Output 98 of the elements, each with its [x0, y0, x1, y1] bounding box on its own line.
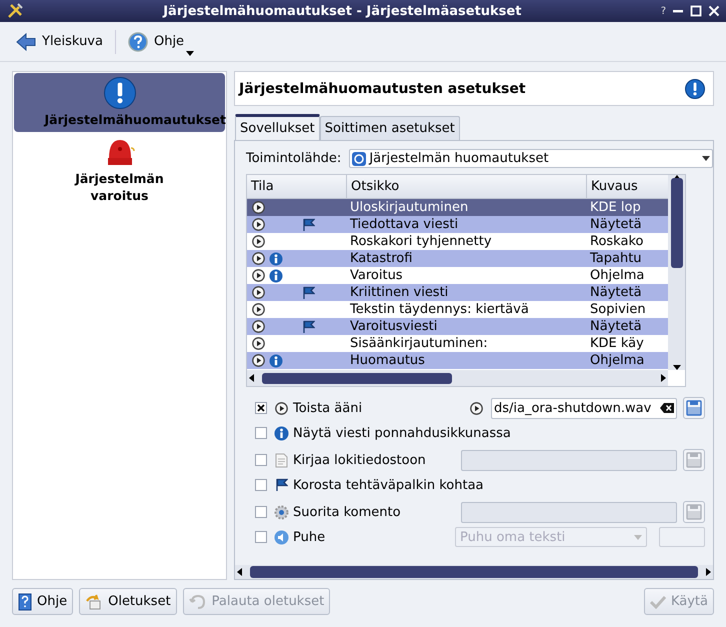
help-icon: [128, 32, 148, 52]
play-icon: [275, 402, 288, 414]
table-cell-text: Tekstin täydennys: kiertävä: [349, 302, 530, 317]
scrollbar-thumb[interactable]: [250, 566, 698, 578]
defaults-button[interactable]: Oletukset: [79, 588, 177, 615]
table-cell-text: Roskako: [589, 234, 644, 249]
checkbox[interactable]: [255, 454, 267, 466]
list-row[interactable]: Tekstin täydennys: kiertävä Sopivien: [247, 301, 668, 318]
list-row[interactable]: Varoitus Ohjelma: [247, 267, 668, 284]
help-button[interactable]: ?: [660, 6, 666, 16]
table-cell-text: Sisäänkirjautuminen:: [349, 336, 489, 351]
caret-icon: [634, 534, 642, 540]
checkbox-label[interactable]: Korosta tehtäväpalkin kohtaa: [293, 478, 705, 492]
tab[interactable]: Soittimen asetukset: [320, 116, 460, 140]
list-row[interactable]: Roskakori tyhjennetty Roskako: [247, 233, 668, 250]
maximize-icon[interactable]: [690, 5, 702, 17]
exclamation-icon: [685, 78, 705, 98]
table-cell-text: KDE käy: [589, 336, 645, 351]
checkbox-label[interactable]: Kirjaa lokitiedostoon: [293, 452, 453, 468]
checkbox[interactable]: [255, 506, 267, 518]
list-row[interactable]: Uloskirjautuminen KDE lop: [247, 199, 668, 216]
column-header[interactable]: Tila: [247, 175, 347, 198]
table-cell-text: Sopivien: [589, 302, 647, 317]
checkbox[interactable]: [255, 479, 267, 491]
scroll-right-icon: [706, 568, 711, 576]
horizontal-scrollbar[interactable]: [235, 565, 713, 579]
list-row[interactable]: Kriittinen viesti Näytetä: [247, 284, 668, 301]
table-cell-text: Tapahtu: [589, 251, 643, 266]
kde-logo-icon: [352, 152, 366, 166]
check-mark-icon: [650, 594, 666, 608]
checkbox-label[interactable]: Suorita komento: [293, 504, 453, 520]
scroll-left-icon: [237, 568, 242, 576]
scrollbar-thumb[interactable]: [670, 178, 682, 268]
table-cell-text: Varoitus: [349, 268, 404, 283]
play-icon[interactable]: [470, 402, 483, 414]
table-cell-text: Näytetä: [589, 319, 643, 334]
speaker-icon: [274, 530, 289, 544]
checkbox-label[interactable]: Toista ääni: [293, 400, 453, 416]
checkbox[interactable]: [255, 427, 267, 439]
help-button[interactable]: Ohje: [12, 588, 74, 615]
table-cell-text: Ohjelma: [589, 353, 646, 368]
save-button[interactable]: [683, 397, 705, 419]
back-arrow-icon: [16, 32, 36, 50]
checkbox-label[interactable]: Puhe: [293, 530, 453, 544]
exclamation-icon: [104, 77, 136, 109]
list-row[interactable]: Tiedottava viesti Näytetä: [247, 216, 668, 233]
save-icon: [686, 452, 702, 468]
table-cell-text: Varoitusviesti: [349, 319, 438, 334]
source-label: Toimintolähde:: [246, 151, 342, 166]
source-dropdown[interactable]: Järjestelmän huomautukset: [349, 149, 713, 168]
flag-icon: [276, 478, 288, 492]
check-mark-icon: [257, 404, 265, 412]
list-row[interactable]: Sisäänkirjautuminen: KDE käy: [247, 335, 668, 352]
sidebar-item[interactable]: Järjestelmän varoitus: [14, 132, 225, 208]
list-row[interactable]: Varoitusviesti Näytetä: [247, 318, 668, 335]
column-header[interactable]: Otsikko: [347, 175, 587, 198]
list-row[interactable]: Huomautus Ohjelma: [247, 352, 668, 369]
checkbox[interactable]: [255, 402, 267, 414]
undo-arrow-icon: [188, 594, 207, 610]
tools-icon: [6, 2, 24, 20]
toolbar-button[interactable]: Yleiskuva: [10, 28, 109, 54]
page-title: Järjestelmähuomautusten asetukset: [239, 80, 526, 96]
save-icon: [686, 400, 702, 416]
tab[interactable]: Sovellukset: [235, 114, 320, 140]
table-cell-text: Näytetä: [589, 217, 643, 232]
file-path-field[interactable]: [461, 502, 677, 522]
checkbox[interactable]: [255, 531, 267, 543]
toolbar-button[interactable]: Ohje: [122, 28, 190, 56]
info-icon: [274, 426, 289, 440]
table-cell-text: Tiedottava viesti: [349, 217, 460, 232]
text-field[interactable]: [659, 527, 705, 547]
table-cell-text: Ohjelma: [589, 268, 646, 283]
table-cell-text: Kriittinen viesti: [349, 285, 450, 300]
table-cell-text: Uloskirjautuminen: [349, 200, 470, 215]
help-book-icon: [18, 592, 32, 610]
table-cell-text: Näytetä: [589, 285, 643, 300]
save-icon: [686, 504, 702, 520]
table-cell-text: Katastrofi: [349, 251, 414, 266]
scroll-right-icon: [661, 374, 666, 382]
close-icon[interactable]: [708, 5, 720, 17]
document-icon: [275, 452, 288, 468]
clear-icon[interactable]: [660, 403, 674, 413]
file-path-field[interactable]: [461, 450, 677, 470]
table-cell-text: Roskakori tyhjennetty: [349, 234, 493, 249]
horizontal-scrollbar[interactable]: [247, 370, 668, 386]
list-row[interactable]: Katastrofi Tapahtu: [247, 250, 668, 267]
caret-icon: [702, 156, 710, 161]
undo-arrow-icon: [85, 594, 104, 610]
scroll-down-icon: [672, 365, 680, 370]
scroll-left-icon: [249, 374, 254, 382]
window-title: Järjestelmähuomautukset - Järjestelmäasetukset: [162, 4, 522, 18]
table-cell-text: KDE lop: [589, 200, 642, 215]
file-path-field[interactable]: ds/ia_ora-shutdown.wav: [491, 398, 677, 418]
checkbox-label[interactable]: Näytä viesti ponnahdusikkunassa: [293, 426, 705, 440]
vertical-scrollbar[interactable]: [668, 175, 685, 370]
table-cell-text: Huomautus: [349, 353, 426, 368]
gear-icon: [274, 504, 289, 520]
scrollbar-thumb[interactable]: [262, 372, 452, 384]
